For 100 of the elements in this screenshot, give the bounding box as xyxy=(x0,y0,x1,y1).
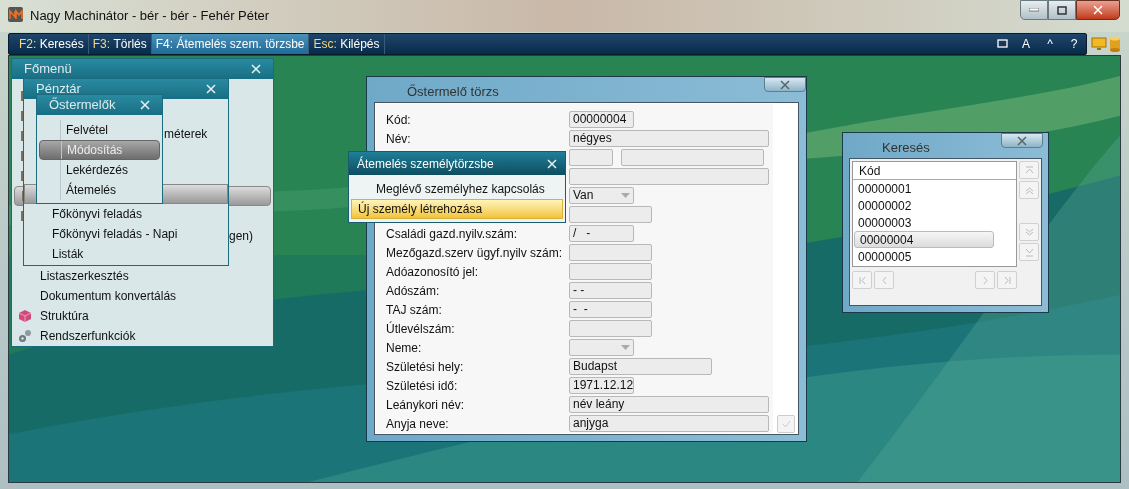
dropdown-arrow-icon xyxy=(621,192,630,198)
scroll-top-button[interactable] xyxy=(1019,161,1039,179)
page-up-button[interactable] xyxy=(1019,181,1039,199)
input-field[interactable] xyxy=(569,243,652,261)
window-title: Nagy Machinátor - bér - bér - Fehér Péter xyxy=(30,7,271,25)
list-row[interactable]: 00000003 xyxy=(853,214,1016,231)
command-tab[interactable]: F3: Törlés xyxy=(88,33,152,54)
field-label: TAJ szám: xyxy=(386,303,442,317)
next-button[interactable] xyxy=(975,271,995,289)
maximize-button[interactable] xyxy=(1048,0,1076,20)
menu-item[interactable]: Főkönyvi feladás - Napi xyxy=(24,224,228,244)
field-label: Születési idő: xyxy=(386,379,458,393)
menu-item[interactable]: Listák xyxy=(24,244,228,264)
menu-item-label: Főkönyvi feladás xyxy=(52,206,143,223)
last-button[interactable] xyxy=(997,271,1017,289)
field-label: Családi gazd.nyilv.szám: xyxy=(386,227,518,241)
menu-item-label: Főkönyvi feladás - Napi xyxy=(52,226,178,243)
close-button[interactable] xyxy=(1001,133,1043,148)
input-field[interactable] xyxy=(621,148,764,166)
monitor-icon xyxy=(1091,36,1107,51)
input-field[interactable] xyxy=(569,205,652,223)
input-field[interactable] xyxy=(569,167,769,185)
close-icon[interactable] xyxy=(1017,135,1027,146)
menu-item[interactable]: Dokumentum konvertálás xyxy=(14,286,271,306)
column-header: Kód xyxy=(853,162,1016,180)
field-label: Útlevélszám: xyxy=(386,322,455,336)
menu-item-label: Felvétel xyxy=(66,122,109,139)
toolbar-button[interactable]: ^ xyxy=(1038,33,1062,54)
menu-item[interactable]: Lekérdezés xyxy=(39,160,160,180)
menu-title: Pénztár xyxy=(36,80,81,97)
command-tab[interactable]: F4: Átemelés szem. törzsbe xyxy=(151,33,310,54)
menu-item[interactable]: Főkönyvi feladás xyxy=(24,204,228,224)
menu-item[interactable]: Átemelés xyxy=(39,180,160,200)
close-icon[interactable] xyxy=(780,79,790,90)
previous-button[interactable] xyxy=(874,271,894,289)
input-field[interactable]: / - xyxy=(569,224,634,242)
scroll-bottom-button[interactable] xyxy=(1019,243,1039,261)
field-label: Adószám: xyxy=(386,284,440,298)
dropdown-arrow-icon xyxy=(621,344,630,350)
menu-item-label: Listaszerkesztés xyxy=(40,268,129,285)
app-logo-icon xyxy=(8,7,23,22)
field-label: Kód: xyxy=(386,113,411,127)
minimize-button[interactable] xyxy=(1020,0,1048,20)
list-row[interactable]: 00000005 xyxy=(853,248,1016,265)
command-tab[interactable]: Esc: Kilépés xyxy=(309,33,385,54)
popup-title: Átemelés személytörzsbe xyxy=(357,155,494,173)
close-button[interactable] xyxy=(764,77,806,92)
input-field[interactable] xyxy=(569,262,652,280)
dropdown-field[interactable] xyxy=(569,338,634,356)
window-title: Keresés xyxy=(882,139,931,157)
menu-title: Főmenü xyxy=(24,60,72,79)
minimize-icon xyxy=(1029,8,1039,12)
check-icon xyxy=(781,419,791,428)
field-label: Mezőgazd.szerv ügyf.nyilv szám: xyxy=(386,246,563,260)
arrow-icon xyxy=(1024,165,1034,175)
input-field[interactable] xyxy=(569,148,613,166)
field-label: Adóazonosító jel: xyxy=(386,265,479,279)
toolbar-button[interactable]: ? xyxy=(1062,33,1086,54)
window-title: Őstermelő törzs xyxy=(407,83,499,101)
gears-icon xyxy=(18,329,32,343)
field-label: Neme: xyxy=(386,341,422,355)
field-label: Születési hely: xyxy=(386,360,464,374)
dropdown-field[interactable]: Van xyxy=(569,186,634,204)
square-icon xyxy=(996,39,1008,48)
menu-item-label: Dokumentum konvertálás xyxy=(40,288,177,305)
popup-item[interactable]: Új személy létrehozása xyxy=(351,199,563,219)
input-field[interactable]: név leány xyxy=(569,395,769,413)
field-label: Leánykori név: xyxy=(386,398,465,412)
toolbar-button[interactable]: A xyxy=(1014,33,1038,54)
arrow-icon xyxy=(1002,275,1012,285)
arrow-icon xyxy=(1024,227,1034,237)
input-field[interactable]: Budapst xyxy=(569,357,712,375)
field-label: Név: xyxy=(386,132,411,146)
input-field[interactable]: anjyga xyxy=(569,414,769,432)
menu-item-label: Átemelés xyxy=(66,181,117,199)
maximize-icon xyxy=(1057,5,1067,15)
popup-item[interactable]: Meglévő személyhez kapcsolás xyxy=(349,179,565,199)
menu-item[interactable]: Rendszerfunkciók xyxy=(14,326,271,346)
menu-item[interactable]: Listaszerkesztés xyxy=(14,266,271,286)
first-button[interactable] xyxy=(852,271,872,289)
menu-item-label: Rendszerfunkciók xyxy=(40,328,136,345)
list-row[interactable]: 00000002 xyxy=(853,197,1016,214)
input-field[interactable]: 1971.12.12 xyxy=(569,376,634,394)
list-row[interactable]: 00000001 xyxy=(853,180,1016,197)
input-field[interactable]: - - xyxy=(569,300,652,318)
menu-item-label: Lekérdezés xyxy=(66,162,129,179)
menu-item-label: Listák xyxy=(52,246,84,263)
close-button[interactable] xyxy=(1076,0,1120,20)
input-field[interactable] xyxy=(569,319,652,337)
input-field[interactable]: 00000004 xyxy=(569,110,634,128)
command-tab[interactable]: F2: Keresés xyxy=(15,33,89,54)
input-field[interactable]: - - xyxy=(569,281,652,299)
menu-item-label: Módosítás xyxy=(67,142,123,159)
input-field[interactable]: négyes xyxy=(569,129,769,147)
arrow-icon xyxy=(1024,247,1034,257)
list-row[interactable]: 00000004 xyxy=(854,231,994,248)
field-label: Anyja neve: xyxy=(386,417,449,431)
database-icon xyxy=(1109,35,1121,52)
menu-item[interactable]: Struktúra xyxy=(14,306,271,326)
page-down-button[interactable] xyxy=(1019,223,1039,241)
